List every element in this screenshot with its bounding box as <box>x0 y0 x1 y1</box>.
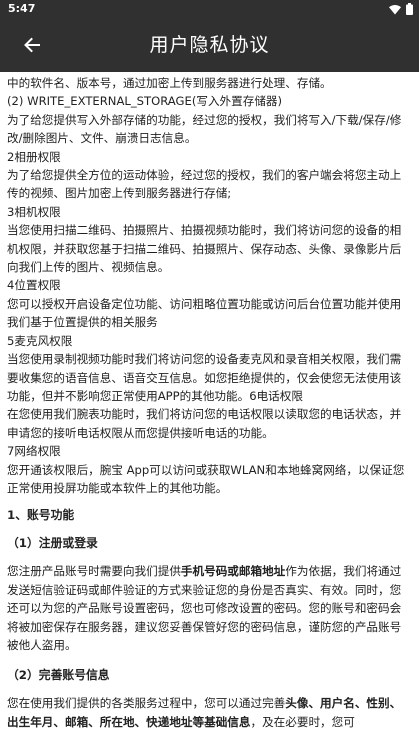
subsection-heading-register: （1）注册或登录 <box>7 536 98 551</box>
section-heading-account: 1、账号功能 <box>7 508 75 523</box>
text-line: 您开通该权限后，腕宝 App可以访问或获取WLAN和本地蜂窝网络，以保证您正常使… <box>7 462 405 495</box>
register-text-a: 您注册产品账号时需要向我们提供 <box>7 564 181 579</box>
profile-paragraph: 您在使用我们提供的各类服务过程中，您可以通过完善头像、用户名、性别、出生年月、邮… <box>7 694 412 731</box>
text-line: 4位置权限 <box>7 278 61 293</box>
text-line: 2相册权限 <box>7 149 61 164</box>
text-line: 为了给您提供写入外部存储的功能，经过您的授权，我们将写入/下载/保存/修改/删除… <box>7 112 402 146</box>
app-bar: 用户隐私协议 <box>0 18 419 72</box>
text-line: 7网络权限 <box>7 444 61 459</box>
text-line: 3相机权限 <box>7 204 61 219</box>
register-paragraph: 您注册产品账号时需要向我们提供手机号码或邮箱地址作为依据，我们将通过发送短信验证… <box>7 562 412 654</box>
register-bold: 手机号码或邮箱地址 <box>180 564 286 579</box>
text-line: 中的软件名、版本号，通过加密上传到服务器进行处理、存储。 <box>7 76 332 90</box>
agreement-content[interactable]: 中的软件名、版本号，通过加密上传到服务器进行处理、存储。 (2) WRITE_E… <box>0 72 419 745</box>
profile-text-a: 您在使用我们提供的各类服务过程中，您可以通过完善 <box>7 696 286 711</box>
text-line: 当您使用录制视频功能时我们将访问您的设备麦克风和录音相关权限，我们需要收集您的语… <box>7 352 402 403</box>
profile-text-b: ，及在必要时，您可 <box>250 714 355 729</box>
arrow-left-icon <box>24 37 40 53</box>
text-line: (2) WRITE_EXTERNAL_STORAGE(写入外置存储器) <box>7 94 283 109</box>
text-line: 在您使用我们腕表功能时，我们将访问您的电话权限以读取您的电话状态，并申请您的接听… <box>7 407 402 440</box>
text-line: 您可以授权开启设备定位功能、访问粗略位置功能或访问后台位置功能并使用我们基于位置… <box>7 296 402 330</box>
wifi-icon <box>389 4 401 14</box>
text-line: 当您使用扫描二维码、拍摄照片、拍摄视频功能时，我们将访问您的设备的相机权限，并获… <box>7 223 402 275</box>
subsection-heading-profile: （2）完善账号信息 <box>7 668 110 683</box>
page-title: 用户隐私协议 <box>149 34 270 56</box>
status-bar: 5:47 <box>0 0 419 18</box>
text-line: 5麦克风权限 <box>7 333 73 348</box>
battery-icon <box>406 3 413 15</box>
back-button[interactable] <box>14 27 50 63</box>
agreement-text: 中的软件名、版本号，通过加密上传到服务器进行处理、存储。 (2) WRITE_E… <box>7 74 412 731</box>
text-line: 为了给您提供全方位的运动体验，经过您的授权，我们的客户端会将您主动上传的视频、图… <box>7 168 402 201</box>
status-icons <box>389 3 413 15</box>
status-time: 5:47 <box>8 2 36 15</box>
